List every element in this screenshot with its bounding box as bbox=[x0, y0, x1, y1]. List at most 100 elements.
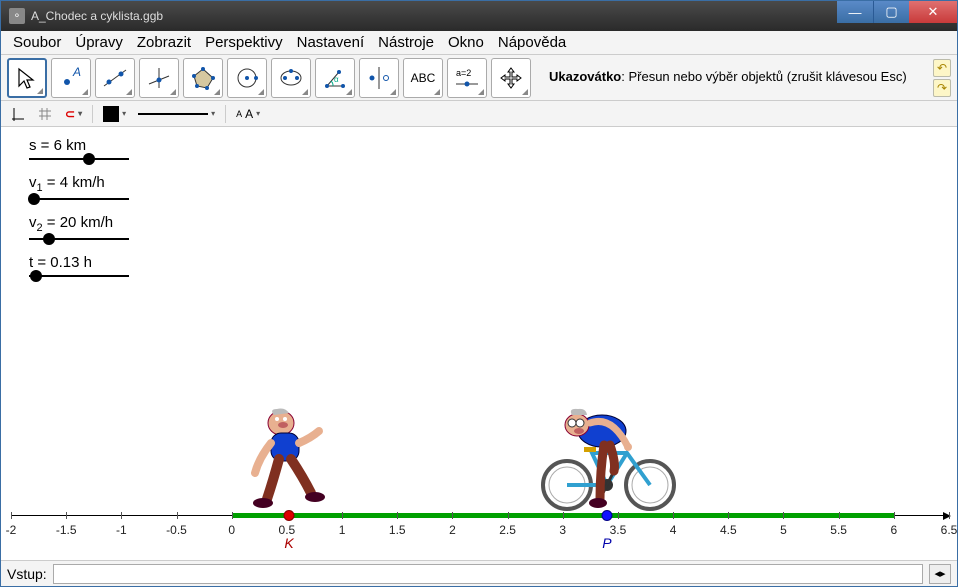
close-button[interactable]: ✕ bbox=[909, 1, 957, 23]
axis-tick bbox=[783, 512, 784, 519]
tool-help-title: Ukazovátko bbox=[549, 69, 621, 84]
grid-toggle[interactable] bbox=[35, 104, 55, 124]
undo-button[interactable]: ↶ bbox=[933, 59, 951, 77]
axis-tick-label: 0 bbox=[228, 523, 235, 537]
input-history-button[interactable]: ◂▸ bbox=[929, 564, 951, 584]
menu-soubor[interactable]: Soubor bbox=[7, 32, 67, 53]
axis-tick-label: 4.5 bbox=[720, 523, 737, 537]
style-bar: ⊂ ▾ ▾ ▾ A A ▾ bbox=[1, 101, 957, 127]
axis-tick-label: -0.5 bbox=[166, 523, 187, 537]
point-k[interactable] bbox=[284, 510, 295, 521]
slider-icon: a=2 bbox=[452, 64, 482, 92]
line-icon bbox=[101, 64, 129, 92]
slider-t-knob[interactable] bbox=[30, 270, 42, 282]
tool-move-view[interactable] bbox=[491, 58, 531, 98]
svg-text:A: A bbox=[72, 65, 81, 79]
slider-v1-knob[interactable] bbox=[28, 193, 40, 205]
axis-tick bbox=[177, 512, 178, 519]
menu-bar: Soubor Úpravy Zobrazit Perspektivy Nasta… bbox=[1, 31, 957, 55]
menu-zobrazit[interactable]: Zobrazit bbox=[131, 32, 197, 53]
app-window: ⚬ A_Chodec a cyklista.ggb — ▢ ✕ Soubor Ú… bbox=[0, 0, 958, 587]
svg-text:α: α bbox=[334, 75, 339, 84]
maximize-button[interactable]: ▢ bbox=[873, 1, 909, 23]
circle-icon bbox=[233, 64, 261, 92]
tool-circle[interactable] bbox=[227, 58, 267, 98]
tool-move[interactable] bbox=[7, 58, 47, 98]
axes-toggle[interactable] bbox=[7, 104, 27, 124]
tool-help: Ukazovátko: Přesun nebo výběr objektů (z… bbox=[545, 67, 925, 88]
tool-line[interactable] bbox=[95, 58, 135, 98]
axis-tick-label: 2 bbox=[449, 523, 456, 537]
point-icon: A bbox=[57, 64, 85, 92]
app-icon: ⚬ bbox=[9, 8, 25, 24]
axis-tick-label: 4 bbox=[670, 523, 677, 537]
text-icon: ABC bbox=[411, 71, 436, 85]
axis-tick bbox=[894, 512, 895, 519]
axis-tick bbox=[452, 512, 453, 519]
window-controls: — ▢ ✕ bbox=[837, 1, 957, 31]
axis-tick bbox=[839, 512, 840, 519]
graphics-view[interactable]: s = 6 km v1 = 4 km/h v2 = 20 km/h t = 0.… bbox=[1, 127, 957, 560]
menu-nastaveni[interactable]: Nastavení bbox=[291, 32, 371, 53]
cursor-icon bbox=[15, 66, 39, 90]
slider-v2-label: v2 = 20 km/h bbox=[29, 214, 129, 234]
window-title: A_Chodec a cyklista.ggb bbox=[31, 9, 837, 23]
axis-tick bbox=[949, 512, 950, 519]
perp-line-icon bbox=[145, 64, 173, 92]
ellipse-icon bbox=[277, 64, 305, 92]
svg-text:a=2: a=2 bbox=[456, 68, 471, 78]
axis-tick-label: 6 bbox=[890, 523, 897, 537]
tool-conic[interactable] bbox=[271, 58, 311, 98]
axis-tick-label: 5.5 bbox=[830, 523, 847, 537]
axis-tick-label: 5 bbox=[780, 523, 787, 537]
tool-reflect[interactable] bbox=[359, 58, 399, 98]
slider-s-knob[interactable] bbox=[83, 153, 95, 165]
tool-perpendicular[interactable] bbox=[139, 58, 179, 98]
line-style-picker[interactable]: ▾ bbox=[136, 107, 217, 120]
axis-tick bbox=[728, 512, 729, 519]
tool-point[interactable]: A bbox=[51, 58, 91, 98]
font-size-picker[interactable]: A A ▾ bbox=[234, 105, 262, 123]
pedestrian-image[interactable] bbox=[249, 403, 329, 513]
menu-perspektivy[interactable]: Perspektivy bbox=[199, 32, 289, 53]
tool-help-text: : Přesun nebo výběr objektů (zrušit kláv… bbox=[621, 69, 906, 84]
slider-t-label: t = 0.13 h bbox=[29, 254, 129, 271]
color-picker[interactable]: ▾ bbox=[101, 104, 128, 124]
axis-tick bbox=[673, 512, 674, 519]
input-field[interactable] bbox=[53, 564, 923, 584]
axis-tick bbox=[618, 512, 619, 519]
angle-icon: α bbox=[321, 64, 349, 92]
sliders-panel: s = 6 km v1 = 4 km/h v2 = 20 km/h t = 0.… bbox=[29, 137, 129, 291]
slider-s[interactable]: s = 6 km bbox=[29, 137, 129, 160]
tool-text[interactable]: ABC bbox=[403, 58, 443, 98]
slider-v2[interactable]: v2 = 20 km/h bbox=[29, 214, 129, 240]
menu-upravy[interactable]: Úpravy bbox=[69, 32, 129, 53]
axis-tick-label: 1.5 bbox=[389, 523, 406, 537]
menu-okno[interactable]: Okno bbox=[442, 32, 490, 53]
point-p-label: P bbox=[602, 535, 611, 551]
input-label: Vstup: bbox=[7, 566, 47, 582]
axis-tick bbox=[66, 512, 67, 519]
tool-polygon[interactable] bbox=[183, 58, 223, 98]
axis-tick-label: -1.5 bbox=[56, 523, 77, 537]
cyclist-image[interactable] bbox=[532, 403, 682, 513]
tool-angle[interactable]: α bbox=[315, 58, 355, 98]
slider-s-label: s = 6 km bbox=[29, 137, 129, 154]
menu-napoveda[interactable]: Nápověda bbox=[492, 32, 572, 53]
slider-t[interactable]: t = 0.13 h bbox=[29, 254, 129, 277]
tool-slider[interactable]: a=2 bbox=[447, 58, 487, 98]
input-bar: Vstup: ◂▸ bbox=[1, 560, 957, 586]
slider-v1-label: v1 = 4 km/h bbox=[29, 174, 129, 194]
axis-tick bbox=[397, 512, 398, 519]
slider-v2-knob[interactable] bbox=[43, 233, 55, 245]
axis-tick bbox=[342, 512, 343, 519]
magnet-toggle[interactable]: ⊂ ▾ bbox=[63, 105, 84, 123]
redo-button[interactable]: ↷ bbox=[933, 79, 951, 97]
menu-nastroje[interactable]: Nástroje bbox=[372, 32, 440, 53]
axis-tick-label: -2 bbox=[6, 523, 17, 537]
title-bar: ⚬ A_Chodec a cyklista.ggb — ▢ ✕ bbox=[1, 1, 957, 31]
slider-v1[interactable]: v1 = 4 km/h bbox=[29, 174, 129, 200]
minimize-button[interactable]: — bbox=[837, 1, 873, 23]
point-p[interactable] bbox=[601, 510, 612, 521]
reflect-icon bbox=[365, 64, 393, 92]
